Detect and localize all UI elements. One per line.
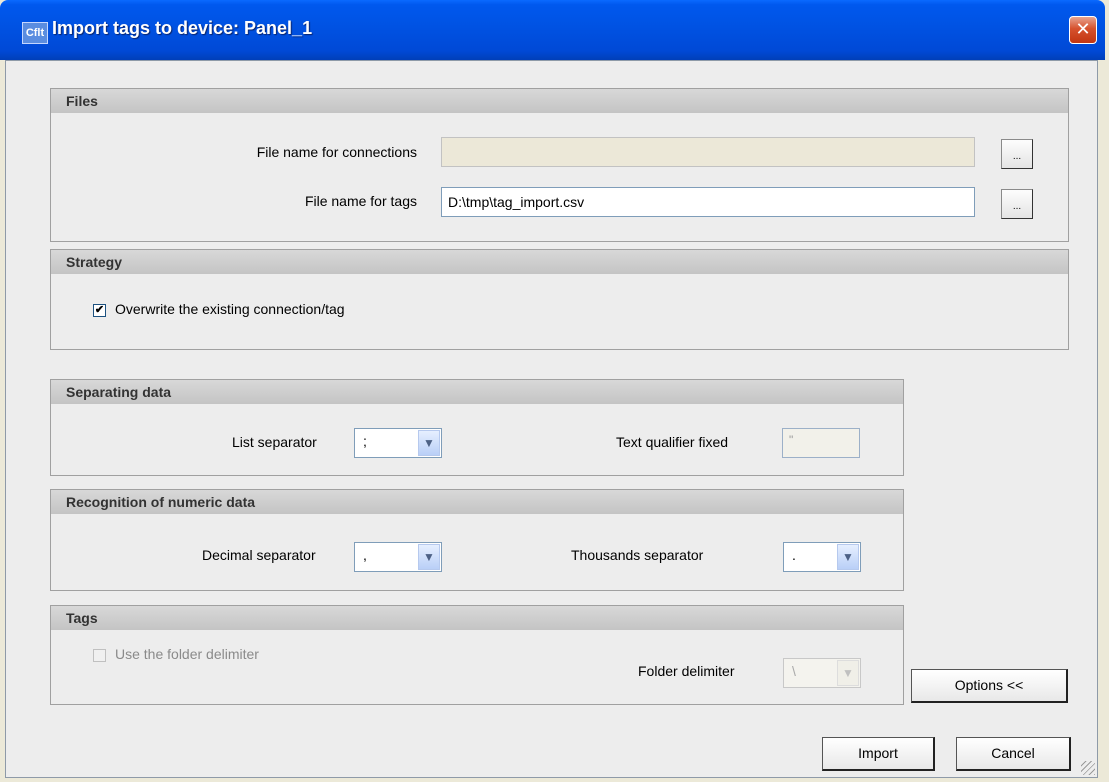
list-separator-value: ; xyxy=(363,433,367,449)
decimal-separator-value: , xyxy=(363,547,367,563)
decimal-separator-label: Decimal separator xyxy=(202,547,316,563)
use-folder-delimiter-checkbox[interactable] xyxy=(93,649,106,662)
dialog-body: Files File name for connections ... File… xyxy=(5,60,1098,778)
strategy-group: Strategy ✔ Overwrite the existing connec… xyxy=(50,249,1069,350)
tags-header: Tags xyxy=(51,606,903,630)
connections-file-label: File name for connections xyxy=(256,144,417,160)
check-icon: ✔ xyxy=(94,304,105,316)
numeric-data-header: Recognition of numeric data xyxy=(51,490,903,514)
thousands-separator-label: Thousands separator xyxy=(571,547,704,563)
files-header: Files xyxy=(51,89,1068,113)
cancel-button[interactable]: Cancel xyxy=(956,737,1071,771)
chevron-down-icon[interactable]: ▼ xyxy=(837,544,859,570)
tags-browse-button[interactable]: ... xyxy=(1001,189,1033,219)
close-button[interactable]: ✕ xyxy=(1069,16,1097,44)
text-qualifier-label: Text qualifier fixed xyxy=(616,434,729,450)
separating-data-header: Separating data xyxy=(51,380,903,404)
chevron-down-icon[interactable]: ▼ xyxy=(418,544,440,570)
title-bar[interactable]: Cflt Import tags to device: Panel_1 ✕ xyxy=(0,0,1105,60)
tags-group: Tags Use the folder delimiter Folder del… xyxy=(50,605,904,705)
folder-delimiter-value: \ xyxy=(792,663,796,679)
close-icon: ✕ xyxy=(1075,19,1091,40)
files-group: Files File name for connections ... File… xyxy=(50,88,1069,242)
window-title: Import tags to device: Panel_1 xyxy=(52,18,313,38)
decimal-separator-select[interactable]: , ▼ xyxy=(354,542,442,572)
numeric-data-group: Recognition of numeric data Decimal sepa… xyxy=(50,489,904,591)
import-button[interactable]: Import xyxy=(822,737,935,771)
tags-file-field[interactable]: D:\tmp\tag_import.csv xyxy=(441,187,975,217)
import-tags-dialog: Cflt Import tags to device: Panel_1 ✕ Fi… xyxy=(0,0,1109,782)
folder-delimiter-select[interactable]: \ ▼ xyxy=(783,658,861,688)
overwrite-label[interactable]: Overwrite the existing connection/tag xyxy=(115,301,345,317)
overwrite-checkbox[interactable]: ✔ xyxy=(93,304,106,317)
resize-grip[interactable] xyxy=(1081,761,1095,775)
list-separator-select[interactable]: ; ▼ xyxy=(354,428,442,458)
app-icon: Cflt xyxy=(22,22,48,44)
options-button[interactable]: Options << xyxy=(911,669,1068,703)
thousands-separator-value: . xyxy=(792,547,796,563)
connections-file-field[interactable] xyxy=(441,137,975,167)
connections-browse-button[interactable]: ... xyxy=(1001,139,1033,169)
text-qualifier-field[interactable]: " xyxy=(782,428,860,458)
folder-delimiter-label: Folder delimiter xyxy=(638,663,735,679)
strategy-header: Strategy xyxy=(51,250,1068,274)
tags-file-label: File name for tags xyxy=(304,193,417,209)
thousands-separator-select[interactable]: . ▼ xyxy=(783,542,861,572)
use-folder-delimiter-label[interactable]: Use the folder delimiter xyxy=(115,646,259,662)
list-separator-label: List separator xyxy=(232,434,317,450)
separating-data-group: Separating data List separator ; ▼ Text … xyxy=(50,379,904,476)
chevron-down-icon[interactable]: ▼ xyxy=(837,660,859,686)
chevron-down-icon[interactable]: ▼ xyxy=(418,430,440,456)
